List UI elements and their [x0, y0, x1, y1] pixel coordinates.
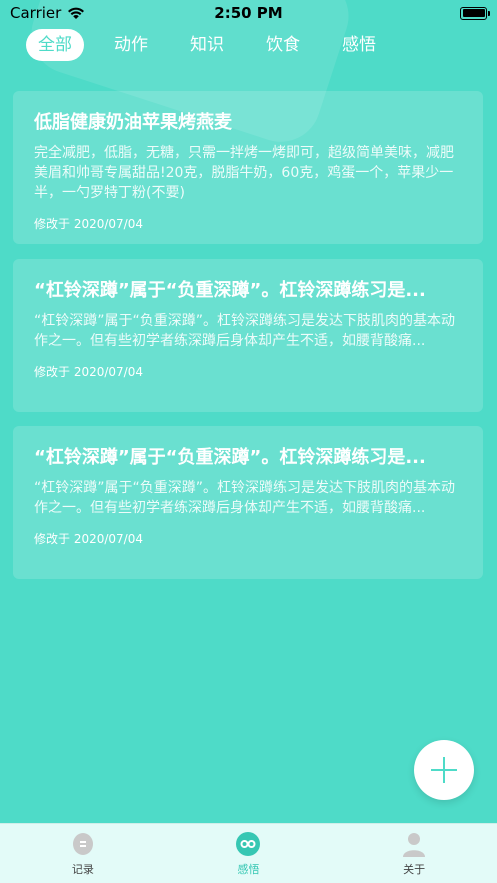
tabbar-label: 记录: [71, 862, 94, 876]
carrier-label: Carrier: [10, 4, 62, 22]
carrier-info: Carrier: [10, 4, 85, 22]
tab-diet[interactable]: 饮食: [254, 29, 312, 61]
user-icon: [401, 831, 427, 857]
card-title: “杠铃深蹲”属于“负重深蹲”。杠铃深蹲练习是...: [34, 280, 426, 301]
card-body: “杠铃深蹲”属于“负重深蹲”。杠铃深蹲练习是发达下肢肌肉的基本动作之一。但有些初…: [34, 313, 456, 349]
tab-actions[interactable]: 动作: [102, 29, 160, 61]
card-date: 修改于 2020/07/04: [34, 217, 143, 231]
card-body: “杠铃深蹲”属于“负重深蹲”。杠铃深蹲练习是发达下肢肌肉的基本动作之一。但有些初…: [34, 480, 456, 516]
status-bar: Carrier 2:50 PM: [0, 0, 497, 26]
card-title: 低脂健康奶油苹果烤燕麦: [34, 112, 232, 133]
insight-icon: [235, 831, 261, 857]
category-tabs: 全部 动作 知识 饮食 感悟: [26, 29, 406, 61]
tabbar-label: 感悟: [237, 862, 260, 876]
tab-knowledge[interactable]: 知识: [178, 29, 236, 61]
tabbar-item-record[interactable]: 记录: [43, 831, 123, 877]
card-date: 修改于 2020/07/04: [34, 365, 143, 379]
card-body: 完全减肥，低脂，无糖，只需一拌烤一烤即可，超级简单美味，减肥美眉和帅哥专属甜品!…: [34, 145, 454, 201]
bottom-tab-bar: 记录 感悟 关于: [0, 823, 497, 883]
card-date: 修改于 2020/07/04: [34, 532, 143, 546]
battery-icon: [460, 6, 490, 20]
tabbar-item-about[interactable]: 关于: [374, 831, 454, 877]
note-card[interactable]: 低脂健康奶油苹果烤燕麦 完全减肥，低脂，无糖，只需一拌烤一烤即可，超级简单美味，…: [13, 91, 483, 244]
tabbar-item-insight[interactable]: 感悟: [208, 831, 288, 877]
wifi-icon: [67, 6, 85, 20]
add-note-button[interactable]: [414, 740, 474, 800]
record-icon: [70, 831, 96, 857]
note-card[interactable]: “杠铃深蹲”属于“负重深蹲”。杠铃深蹲练习是... “杠铃深蹲”属于“负重深蹲”…: [13, 259, 483, 412]
tabbar-label: 关于: [403, 862, 426, 876]
tab-insights[interactable]: 感悟: [330, 29, 388, 61]
note-card[interactable]: “杠铃深蹲”属于“负重深蹲”。杠铃深蹲练习是... “杠铃深蹲”属于“负重深蹲”…: [13, 426, 483, 579]
tab-all[interactable]: 全部: [26, 29, 84, 61]
card-title: “杠铃深蹲”属于“负重深蹲”。杠铃深蹲练习是...: [34, 447, 426, 468]
